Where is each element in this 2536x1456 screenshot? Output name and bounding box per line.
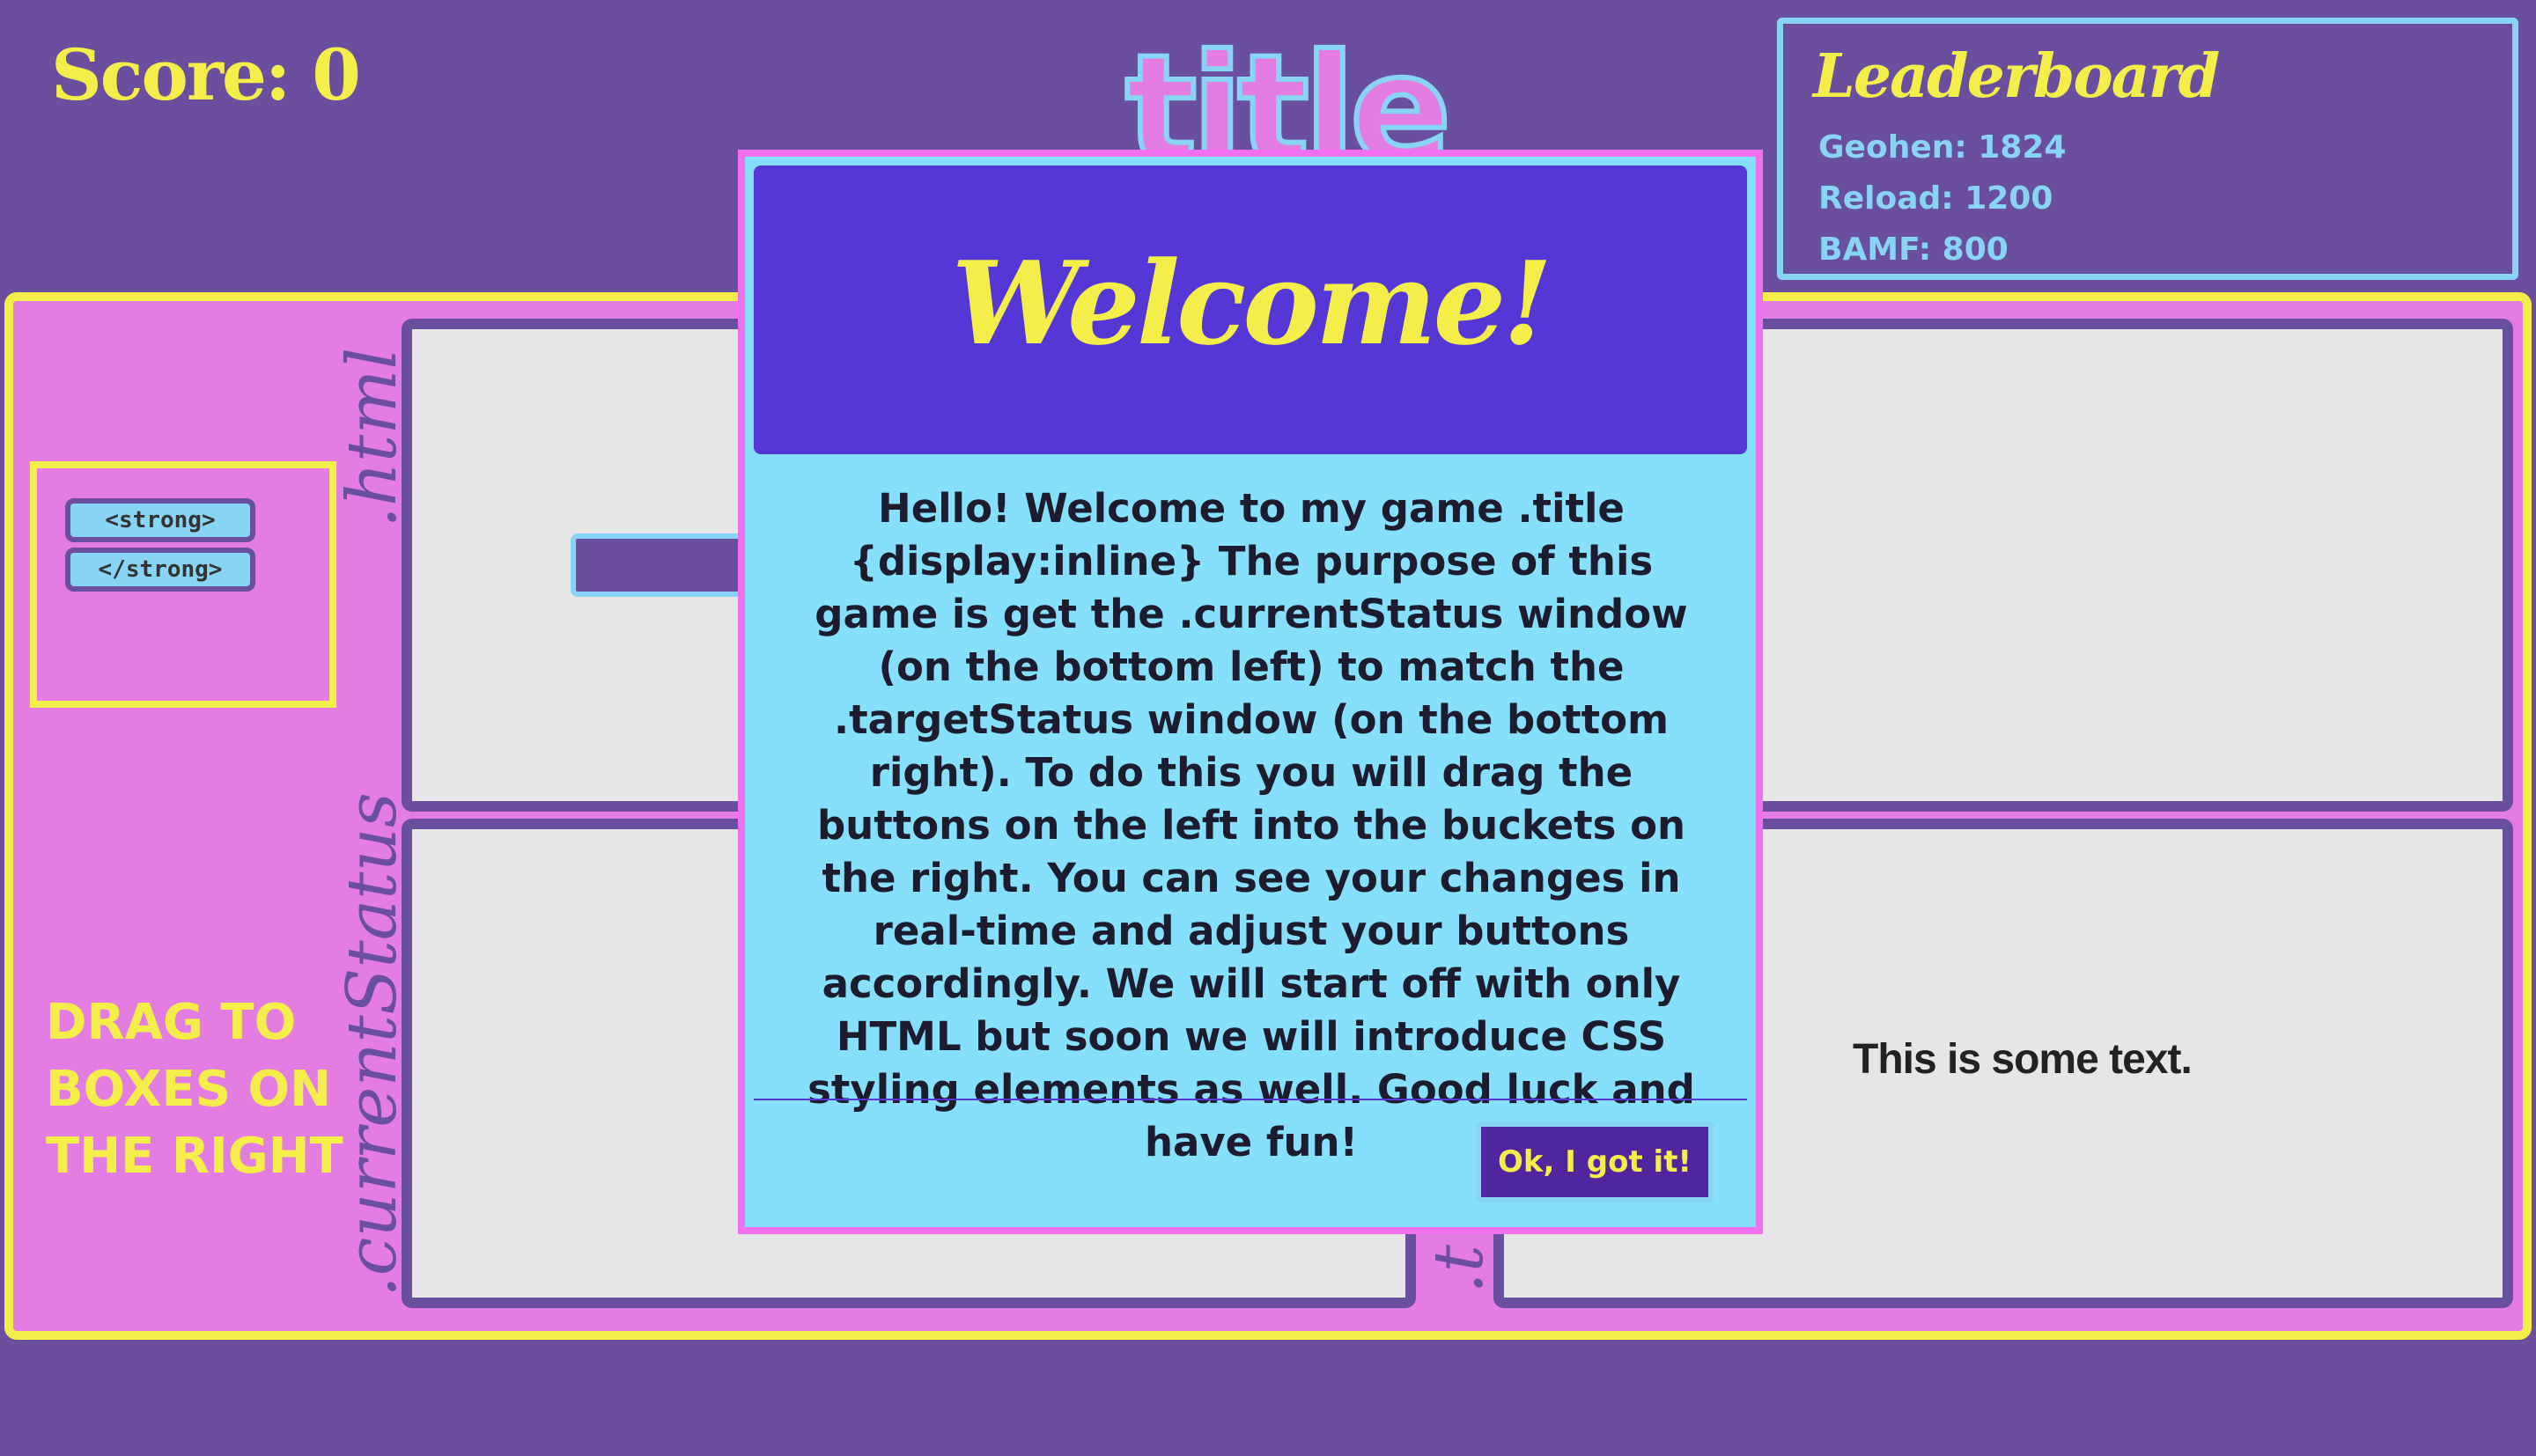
drag-hint: DRAG TO BOXES ON THE RIGHT bbox=[46, 994, 343, 1185]
leaderboard-entry: BAMF: 800 bbox=[1818, 232, 2009, 268]
drop-slot[interactable] bbox=[571, 533, 747, 597]
strong-close-tag-button[interactable]: </strong> bbox=[65, 548, 255, 592]
leaderboard-title: Leaderboard bbox=[1813, 41, 2220, 112]
leaderboard-entry: Reload: 1200 bbox=[1818, 180, 2053, 217]
modal-header: Welcome! bbox=[754, 165, 1747, 454]
target-status-text: This is some text. bbox=[1853, 1036, 2193, 1083]
score-display: Score: 0 bbox=[51, 33, 361, 116]
ok-button[interactable]: Ok, I got it! bbox=[1476, 1121, 1714, 1202]
welcome-modal: Welcome! Hello! Welcome to my game .titl… bbox=[738, 150, 1763, 1234]
modal-body: Hello! Welcome to my game .title {displa… bbox=[807, 485, 1695, 1166]
html-label: .html bbox=[333, 347, 412, 528]
strong-open-tag-button[interactable]: <strong> bbox=[65, 498, 255, 542]
leaderboard-entry: Geohen: 1824 bbox=[1818, 129, 2067, 165]
target-status-label: .t bbox=[1419, 1244, 1499, 1294]
modal-divider bbox=[754, 1099, 1747, 1100]
modal-title: Welcome! bbox=[951, 236, 1553, 371]
leaderboard: Leaderboard Geohen: 1824 Reload: 1200 BA… bbox=[1777, 18, 2518, 280]
